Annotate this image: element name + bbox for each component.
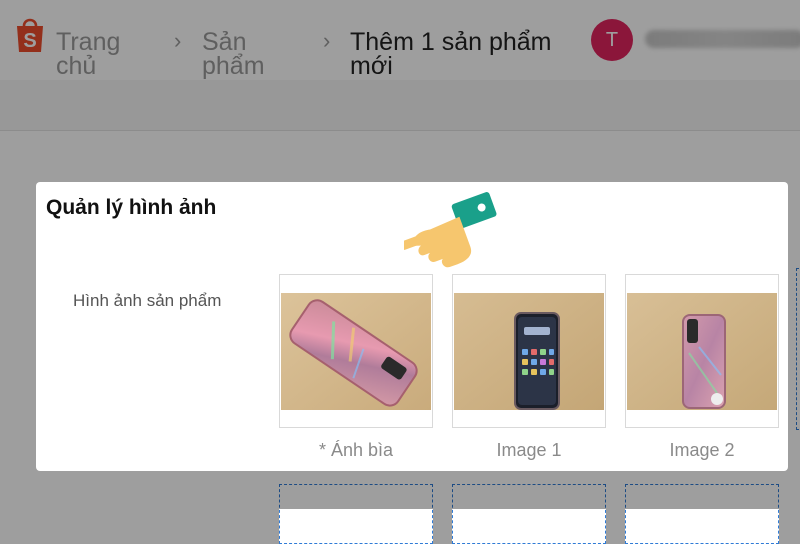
image-caption: Image 1 <box>496 440 562 460</box>
cover-photo-image <box>281 293 431 410</box>
phone-back-photo-image <box>627 293 777 410</box>
phone-front-photo-image <box>454 293 604 410</box>
product-images-label: Hình ảnh sản phẩm <box>73 291 222 310</box>
image-caption: * Ánh bìa <box>318 440 394 460</box>
modal-title: Quản lý hình ảnh <box>46 196 217 219</box>
pointing-hand-icon <box>404 192 497 268</box>
product-image-thumbnail[interactable] <box>452 274 606 428</box>
product-image-thumbnail[interactable] <box>279 274 433 428</box>
image-caption: Image 2 <box>669 440 735 460</box>
product-image-thumbnail[interactable] <box>625 274 779 428</box>
